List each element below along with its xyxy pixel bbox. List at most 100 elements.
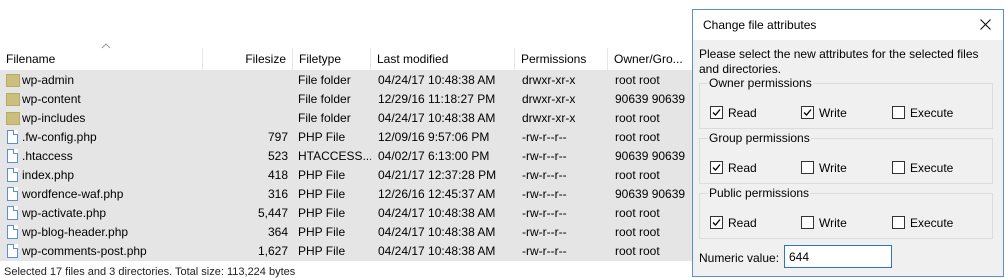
- folder-icon: [6, 74, 20, 87]
- file-icon: [7, 206, 18, 220]
- file-owner-group: 90639 90639: [615, 187, 686, 201]
- file-size: 364: [267, 225, 288, 239]
- file-modified: 04/24/17 10:48:38 AM: [378, 73, 496, 87]
- remote-file-list[interactable]: Filename Filesize Filetype Last modified…: [0, 0, 700, 278]
- file-row[interactable]: wordfence-waf.php 316 PHP File 12/26/16 12:…: [0, 185, 700, 204]
- file-row[interactable]: .fw-config.php 797 PHP File 12/09/16 9:57:0…: [0, 128, 700, 147]
- file-type: PHP File: [298, 187, 346, 201]
- file-owner-group: root root: [615, 206, 660, 220]
- column-header-last-modified[interactable]: Last modified: [371, 48, 515, 70]
- file-owner-group: root root: [615, 111, 660, 125]
- checkbox-box[interactable]: [710, 161, 723, 174]
- checkbox-label: Write: [819, 106, 847, 120]
- file-modified: 04/24/17 10:48:38 AM: [378, 225, 496, 239]
- file-modified: 04/21/17 12:37:28 PM: [378, 168, 497, 182]
- file-permissions: drwxr-xr-x: [522, 73, 576, 87]
- dialog-titlebar[interactable]: Change file attributes: [693, 10, 1003, 40]
- checkbox-box[interactable]: [892, 106, 905, 119]
- file-type: PHP File: [298, 168, 346, 182]
- file-size: [203, 90, 288, 109]
- checkmark-icon: [803, 109, 812, 116]
- file-name: .fw-config.php: [22, 130, 97, 144]
- column-header-owner-group[interactable]: Owner/Gro...: [608, 48, 700, 70]
- file-size: 316: [267, 187, 288, 201]
- file-permissions: -rw-r--r--: [522, 206, 567, 220]
- file-name: wp-blog-header.php: [22, 225, 129, 239]
- file-modified: 12/09/16 9:57:06 PM: [378, 130, 490, 144]
- file-modified: 04/24/17 10:48:38 AM: [378, 206, 496, 220]
- checkbox-label: Execute: [910, 216, 954, 230]
- checkbox-label: Write: [819, 161, 847, 175]
- dialog-prompt: Please select the new attributes for the…: [699, 47, 979, 76]
- file-modified: 12/29/16 11:18:27 PM: [378, 92, 496, 106]
- file-icon: [7, 149, 18, 163]
- file-owner-group: root root: [615, 73, 660, 87]
- file-row[interactable]: wp-blog-header.php 364 PHP File 04/24/17 10…: [0, 223, 700, 242]
- file-icon: [7, 244, 18, 258]
- file-modified: 12/26/16 12:45:37 AM: [378, 187, 496, 201]
- checkmark-icon: [712, 219, 721, 226]
- checkbox-box[interactable]: [710, 216, 723, 229]
- status-bar-text: Selected 17 files and 3 directories. Tot…: [4, 266, 296, 278]
- file-size: 523: [267, 149, 288, 163]
- file-type: File folder: [298, 111, 351, 125]
- file-size: [203, 71, 288, 90]
- close-button[interactable]: [975, 14, 997, 36]
- file-owner-group: 90639 90639: [615, 149, 686, 163]
- checkbox-box[interactable]: [710, 106, 723, 119]
- checkbox-box[interactable]: [801, 216, 814, 229]
- file-name: wp-activate.php: [22, 206, 107, 220]
- close-icon: [980, 19, 991, 30]
- file-modified: 04/24/17 10:48:38 AM: [378, 244, 496, 258]
- checkbox-label: Write: [819, 216, 847, 230]
- file-type: File folder: [298, 73, 351, 87]
- file-permissions: -rw-r--r--: [522, 187, 567, 201]
- checkbox-label: Read: [728, 161, 757, 175]
- file-name: wp-content: [22, 92, 81, 106]
- file-size: 418: [267, 168, 288, 182]
- checkbox-box[interactable]: [892, 161, 905, 174]
- file-size: 1,627: [257, 244, 288, 258]
- file-row[interactable]: .htaccess 523 HTACCESS... 04/02/17 6:13:00 …: [0, 147, 700, 166]
- checkbox-box[interactable]: [801, 161, 814, 174]
- file-row[interactable]: wp-includes File folder 04/24/17 10:48:38 …: [0, 109, 700, 128]
- folder-icon: [6, 93, 20, 106]
- numeric-value-input[interactable]: [784, 245, 892, 268]
- file-size: [203, 109, 288, 128]
- group-label: Group permissions: [708, 130, 811, 146]
- file-type: PHP File: [298, 225, 346, 239]
- checkbox-box[interactable]: [801, 106, 814, 119]
- file-permissions: -rw-r--r--: [522, 130, 567, 144]
- column-header-filename[interactable]: Filename: [0, 48, 203, 70]
- file-owner-group: root root: [615, 244, 660, 258]
- file-row[interactable]: index.php 418 PHP File 04/21/17 12:37:28 PM…: [0, 166, 700, 185]
- file-size: 5,447: [257, 206, 288, 220]
- file-size: 797: [267, 130, 288, 144]
- column-header-permissions[interactable]: Permissions: [515, 48, 608, 70]
- file-row[interactable]: wp-activate.php 5,447 PHP File 04/24/17 10:…: [0, 204, 700, 223]
- file-owner-group: root root: [615, 168, 660, 182]
- file-icon: [7, 225, 18, 239]
- file-owner-group: root root: [615, 225, 660, 239]
- file-type: File folder: [298, 92, 351, 106]
- file-modified: 04/02/17 6:13:00 PM: [378, 149, 490, 163]
- file-icon: [7, 168, 18, 182]
- file-type: HTACCESS...: [298, 149, 371, 163]
- file-row[interactable]: wp-admin File folder 04/24/17 10:48:38 AM d…: [0, 71, 700, 90]
- checkbox-box[interactable]: [892, 216, 905, 229]
- column-header-filesize[interactable]: Filesize: [203, 48, 293, 70]
- file-permissions: drwxr-xr-x: [522, 92, 576, 106]
- file-icon: [7, 187, 18, 201]
- file-row[interactable]: wp-comments-post.php 1,627 PHP File 04/24/1…: [0, 242, 700, 261]
- change-file-attributes-dialog: Change file attributes Please select the…: [692, 9, 1004, 277]
- checkbox-label: Read: [728, 106, 757, 120]
- group-label: Owner permissions: [708, 75, 813, 91]
- folder-icon: [6, 112, 20, 125]
- column-header-filetype[interactable]: Filetype: [293, 48, 371, 70]
- file-modified: 04/24/17 10:48:38 AM: [378, 111, 496, 125]
- file-row[interactable]: wp-content File folder 12/29/16 11:18:27 P…: [0, 90, 700, 109]
- checkbox-label: Execute: [910, 161, 954, 175]
- checkbox-label: Read: [728, 216, 757, 230]
- checkbox-label: Execute: [910, 106, 954, 120]
- file-name: wp-includes: [22, 111, 86, 125]
